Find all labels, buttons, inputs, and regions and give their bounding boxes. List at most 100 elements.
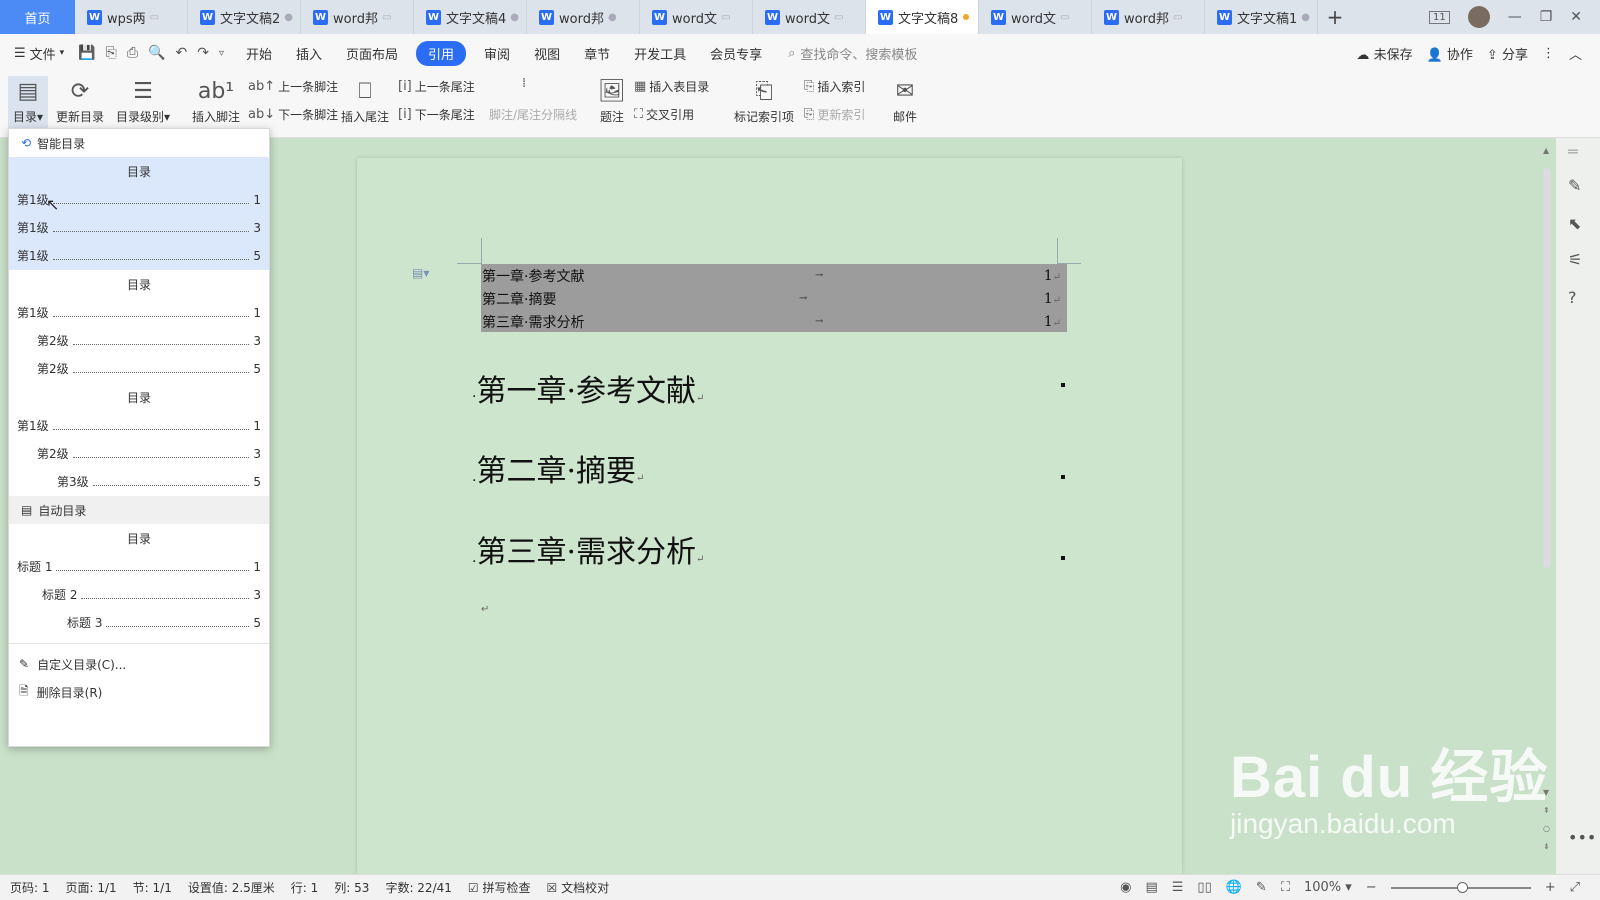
toc-style-option-2[interactable]: 目录 第1级 1 第2级 3 第2级 5	[9, 270, 269, 383]
print-icon[interactable]: ⎙	[127, 45, 138, 61]
more-icon[interactable]: ⋮	[1542, 46, 1555, 61]
file-menu[interactable]: ☰ 文件 ▾	[14, 44, 64, 63]
pen-icon[interactable]: ✎	[1568, 176, 1581, 195]
zoom-level[interactable]: 100% ▾	[1304, 880, 1352, 895]
eye-protection-icon[interactable]: ◉	[1120, 880, 1131, 895]
format-painter-icon[interactable]: ⎘	[106, 45, 117, 61]
status-column[interactable]: 列: 53	[334, 879, 369, 896]
minimize-button[interactable]: —	[1508, 9, 1522, 25]
outline-view-icon[interactable]: ☰	[1172, 880, 1184, 895]
toc-field-row[interactable]: 第二章·摘要 → 1↵	[481, 287, 1067, 310]
redo-icon[interactable]: ↷	[197, 45, 209, 61]
doc-tab[interactable]: W 文字文稿1 ●	[1205, 0, 1318, 34]
more-dots-icon[interactable]: •••	[1568, 828, 1596, 847]
doc-tab[interactable]: Wword邦 ▭	[1092, 0, 1205, 34]
zoom-slider[interactable]	[1390, 881, 1531, 893]
tab-chapter[interactable]: 章节	[584, 44, 610, 63]
help-icon[interactable]: ?	[1568, 288, 1577, 307]
scroll-thumb[interactable]	[1543, 168, 1551, 568]
collapse-ribbon-icon[interactable]: ︿	[1569, 44, 1582, 63]
tab-references[interactable]: 引用	[416, 40, 467, 66]
scroll-up-icon[interactable]: ▲	[1543, 146, 1549, 155]
insert-table-toc-button[interactable]: ▦ 插入表目录	[634, 78, 709, 95]
customize-toolbar-icon[interactable]: ▿	[219, 48, 224, 59]
window-count-icon[interactable]: 11	[1428, 10, 1450, 24]
note-separator-button[interactable]: 脚注/尾注分隔线	[489, 106, 577, 123]
undo-icon[interactable]: ↶	[175, 45, 187, 61]
save-icon[interactable]: 💾	[78, 45, 95, 61]
status-section[interactable]: 节: 1/1	[133, 879, 172, 896]
insert-endnote-button[interactable]: ⎕ 插入尾注	[338, 76, 392, 125]
tab-review[interactable]: 审阅	[484, 44, 510, 63]
prev-page-icon[interactable]: ⇞	[1543, 806, 1550, 815]
unsaved-button[interactable]: ☁ 未保存	[1356, 44, 1412, 63]
auto-toc-option[interactable]: 目录 标题 11 标题 23 标题 35	[9, 524, 269, 637]
page-view-icon[interactable]: ▤	[1145, 880, 1157, 895]
heading-1[interactable]: ·第一章·参考文献↵	[472, 366, 704, 410]
insert-index-button[interactable]: ⎘ 插入索引	[804, 78, 865, 95]
heading-2[interactable]: .第二章·摘要↵	[472, 446, 644, 490]
print-preview-icon[interactable]: 🔍	[148, 45, 165, 61]
doc-tab[interactable]: Wword文 ▭	[640, 0, 753, 34]
doc-tab[interactable]: Wword文 ▭	[979, 0, 1092, 34]
heading-3[interactable]: .第三章·需求分析↵	[472, 527, 704, 571]
proofread-button[interactable]: ☒ 文档校对	[547, 879, 610, 896]
cross-ref-button[interactable]: ⛶ 交叉引用	[634, 106, 694, 123]
tab-insert[interactable]: 插入	[296, 44, 322, 63]
close-button[interactable]: ✕	[1570, 9, 1582, 25]
doc-tab[interactable]: W 文字文稿2 ●	[188, 0, 301, 34]
status-setting[interactable]: 设置值: 2.5厘米	[188, 879, 275, 896]
web-view-icon[interactable]: 🌐	[1226, 880, 1242, 895]
mark-index-button[interactable]: ⎗ 标记索引项	[732, 76, 796, 125]
custom-toc-button[interactable]: ✎ 自定义目录(C)...	[9, 650, 269, 678]
status-word-count[interactable]: 字数: 22/41	[385, 879, 451, 896]
prev-footnote-button[interactable]: ab↑ 上一条脚注	[248, 78, 338, 95]
toc-field-handle-icon[interactable]: ▤▾	[412, 266, 429, 280]
toc-button[interactable]: ▤ 目录▾	[8, 76, 48, 134]
update-index-button[interactable]: ⎘ 更新索引	[804, 106, 865, 123]
next-endnote-button[interactable]: [i] 下一条尾注	[398, 106, 475, 123]
status-pages[interactable]: 页面: 1/1	[66, 879, 117, 896]
delete-toc-button[interactable]: 🗎 删除目录(R)	[9, 678, 269, 706]
document-page[interactable]: ▤▾ 第一章·参考文献 → 1↵ 第二章·摘要 → 1↵ 第三章·需求分析 → 1↵ ·第一…	[357, 158, 1182, 874]
toc-field-row[interactable]: 第三章·需求分析 → 1↵	[481, 310, 1067, 333]
toc-level-button[interactable]: ☰ 目录级别▾	[112, 76, 174, 125]
status-row[interactable]: 行: 1	[291, 879, 319, 896]
zoom-slider-knob[interactable]	[1456, 881, 1468, 893]
doc-tab[interactable]: Wword邦 ▭	[301, 0, 414, 34]
toc-field[interactable]: 第一章·参考文献 → 1↵ 第二章·摘要 → 1↵ 第三章·需求分析 → 1↵	[481, 264, 1067, 332]
add-tab-button[interactable]: +	[1318, 0, 1352, 34]
doc-tab[interactable]: Wword邦 ●	[527, 0, 640, 34]
collab-button[interactable]: 👤 协作	[1427, 44, 1473, 63]
settings-sliders-icon[interactable]: ⚟	[1568, 250, 1582, 269]
avatar[interactable]	[1467, 6, 1490, 28]
command-search[interactable]: ⌕ 查找命令、搜索模板	[788, 44, 917, 63]
toc-field-row[interactable]: 第一章·参考文献 → 1↵	[481, 264, 1067, 287]
write-mode-icon[interactable]: ✎	[1256, 880, 1267, 895]
vertical-scrollbar[interactable]: ▲ ▼ ⇞ ○ ⇟	[1540, 138, 1554, 874]
doc-tab[interactable]: Wword文 ▭	[753, 0, 866, 34]
restore-button[interactable]: ❐	[1540, 9, 1553, 25]
update-toc-button[interactable]: ⟳ 更新目录	[53, 76, 107, 125]
tab-page-layout[interactable]: 页面布局	[346, 44, 398, 63]
scroll-down-icon[interactable]: ▼	[1543, 788, 1549, 797]
fullscreen-icon[interactable]: ⤢	[1570, 880, 1580, 895]
tab-view[interactable]: 视图	[534, 44, 560, 63]
zoom-out-button[interactable]: −	[1366, 880, 1377, 895]
doc-tab[interactable]: Wwps两 ▭	[75, 0, 188, 34]
spell-check-button[interactable]: ☑ 拼写检查	[468, 879, 531, 896]
select-cursor-icon[interactable]: ⬉	[1568, 214, 1581, 233]
mail-button[interactable]: ✉ 邮件	[890, 76, 920, 125]
tab-home-ribbon[interactable]: 开始	[246, 44, 272, 63]
fit-page-icon[interactable]: ⛶	[1281, 880, 1290, 895]
tab-home[interactable]: 首页	[0, 0, 75, 34]
prev-endnote-button[interactable]: [i] 上一条尾注	[398, 78, 475, 95]
doc-tab-active[interactable]: W 文字文稿8	[866, 0, 979, 34]
status-page-number[interactable]: 页码: 1	[10, 879, 50, 896]
caption-button[interactable]: 🖼 题注	[598, 76, 626, 125]
doc-tab[interactable]: W 文字文稿4 ●	[414, 0, 527, 34]
next-page-icon[interactable]: ⇟	[1543, 842, 1550, 851]
reading-view-icon[interactable]: ▯▯	[1197, 880, 1211, 895]
tab-member[interactable]: 会员专享	[710, 44, 762, 63]
share-button[interactable]: ⇪ 分享	[1487, 44, 1528, 63]
